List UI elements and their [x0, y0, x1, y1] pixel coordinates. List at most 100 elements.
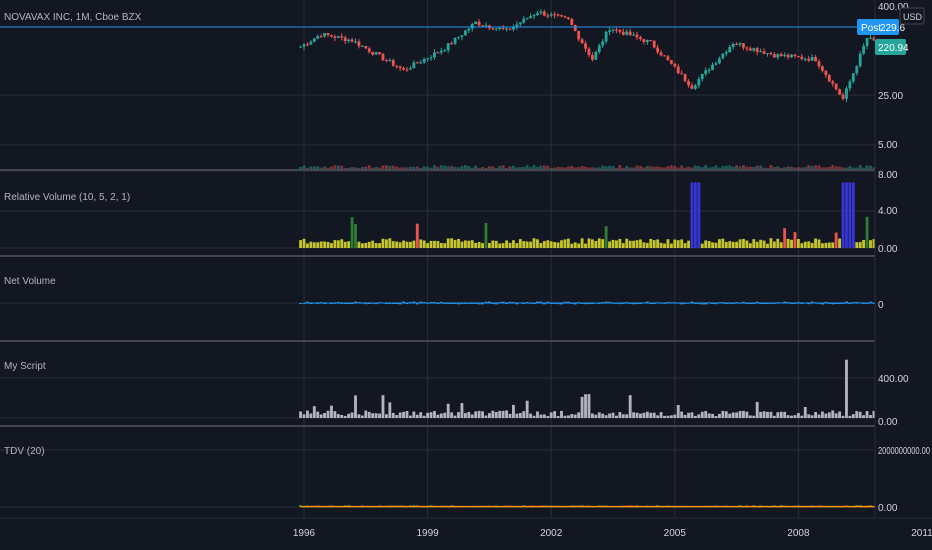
relative-volume-bar — [450, 238, 454, 248]
relative-volume-bar — [652, 240, 656, 248]
my-script-bar — [491, 410, 495, 418]
candle-body — [683, 74, 687, 81]
my-script-bar — [645, 411, 649, 418]
last-price-badge[interactable]: 220.94 — [875, 39, 909, 55]
candle-body — [635, 34, 639, 38]
relative-volume-bar — [597, 238, 601, 248]
post-price-badge[interactable]: Post 229.6 — [857, 19, 905, 35]
candle-body — [652, 40, 656, 48]
net-volume-bar — [766, 303, 769, 304]
volume-bar — [659, 167, 663, 169]
net-volume-bar — [505, 303, 508, 304]
my-script-bar — [336, 414, 340, 418]
relative-volume-bar — [312, 242, 316, 248]
relative-volume-bar — [470, 240, 474, 248]
net-volume-bar — [618, 303, 622, 305]
candle-body — [597, 45, 601, 52]
volume-bar — [803, 167, 807, 169]
candle-body — [845, 88, 848, 99]
my-script-bar — [838, 411, 842, 418]
net-volume-bar — [343, 303, 347, 304]
my-script-bar — [343, 415, 347, 418]
my-script-bar — [443, 412, 447, 418]
net-volume-bar — [378, 302, 381, 304]
relative-volume-bar — [838, 238, 842, 248]
volume-bar — [426, 166, 430, 169]
my-script-bar — [663, 415, 666, 418]
net-volume-bar — [704, 303, 708, 305]
relative-volume-bar — [841, 182, 845, 248]
relative-volume-bar — [580, 238, 584, 248]
relative-volume-bar — [814, 238, 817, 248]
candle-body — [690, 85, 694, 89]
relative-volume-bar — [858, 242, 862, 248]
relative-volume-bar — [419, 239, 423, 248]
net-volume-bar — [834, 303, 838, 304]
currency-button[interactable]: USD — [899, 7, 925, 25]
candle-body — [814, 57, 817, 62]
relative-volume-bar — [845, 182, 848, 248]
relative-volume-bar — [748, 243, 752, 248]
my-script-bar — [766, 411, 769, 418]
relative-volume-bar — [515, 243, 519, 248]
candle-body — [817, 61, 821, 67]
volume-bar — [360, 167, 364, 169]
net-volume-bar — [563, 301, 567, 303]
net-volume-bar — [621, 303, 625, 304]
candle-body — [343, 37, 347, 42]
volume-bar — [477, 167, 481, 169]
candle-body — [738, 43, 742, 45]
net-volume-bar — [680, 303, 684, 305]
candle-body — [398, 66, 402, 69]
candle-body — [577, 31, 581, 40]
trading-chart[interactable]: NOVAVAX INC, 1M, Cboe BZX Relative Volum… — [0, 0, 932, 550]
my-script-bar — [800, 415, 804, 418]
relative-volume-bar — [443, 243, 447, 248]
net-volume-bar — [546, 301, 550, 303]
net-volume-bar — [632, 303, 636, 305]
candle-body — [391, 60, 395, 66]
candle-body — [762, 51, 766, 54]
net-volume-bar — [360, 302, 364, 304]
net-volume-bar — [566, 301, 570, 303]
net-volume-bar — [560, 303, 563, 305]
relative-volume-bar — [494, 240, 498, 248]
my-script-bar — [834, 413, 838, 418]
relative-volume-bar — [498, 243, 502, 248]
candle-body — [669, 59, 673, 64]
net-volume-bar — [608, 301, 611, 303]
candle-body — [409, 68, 412, 70]
net-volume-bar — [645, 301, 649, 303]
my-script-bar — [615, 415, 618, 418]
net-volume-bar — [748, 303, 752, 304]
net-volume-bar — [690, 301, 694, 303]
volume-bar — [515, 167, 519, 169]
candle-body — [357, 41, 361, 46]
my-script-bar — [319, 414, 323, 418]
candle-body — [783, 54, 787, 56]
my-script-bar — [848, 415, 852, 418]
candle-body — [790, 54, 793, 58]
net-volume-bar — [700, 303, 704, 305]
relative-volume-bar — [621, 243, 625, 248]
rv-tick-0: 0.00 — [878, 244, 898, 255]
my-script-bar — [693, 415, 697, 418]
net-volume-bar — [515, 303, 519, 305]
candle-body — [381, 54, 385, 61]
relative-volume-bar — [687, 240, 690, 248]
volume-bar — [549, 167, 553, 169]
my-script-bar — [673, 414, 677, 418]
relative-volume-bar — [704, 240, 708, 248]
candle-body — [402, 68, 405, 70]
net-volume-bar — [436, 303, 440, 304]
relative-volume-bar — [639, 239, 642, 248]
net-volume-bar — [388, 303, 392, 305]
net-volume-bar — [869, 301, 872, 303]
relative-volume-bar — [642, 242, 646, 248]
net-volume-bar — [663, 302, 666, 304]
my-script-bar — [656, 415, 660, 418]
my-script-bar — [611, 412, 615, 418]
volume-bar — [508, 166, 512, 169]
volume-bar — [384, 165, 388, 169]
volume-bar — [316, 166, 320, 169]
